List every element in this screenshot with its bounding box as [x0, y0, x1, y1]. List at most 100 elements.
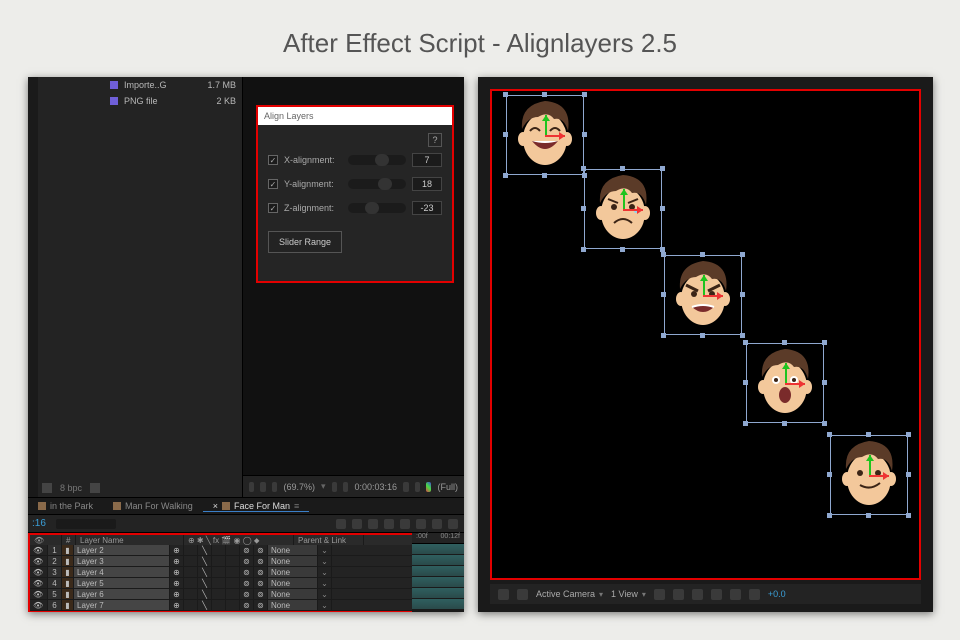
transform-gizmo[interactable]	[623, 209, 624, 210]
handle[interactable]	[503, 92, 508, 97]
layer-name[interactable]: Layer 6	[74, 589, 170, 599]
handle[interactable]	[906, 472, 911, 477]
pickwhip-icon[interactable]: ⊚	[254, 589, 268, 599]
handle[interactable]	[740, 292, 745, 297]
pickwhip-icon[interactable]: ⊚	[254, 545, 268, 555]
switch[interactable]	[212, 578, 226, 588]
eye-toggle[interactable]: 👁	[30, 556, 48, 566]
slider-value[interactable]: 18	[412, 177, 442, 191]
handle[interactable]	[620, 247, 625, 252]
switch[interactable]	[226, 556, 240, 566]
slider-value[interactable]: -23	[412, 201, 442, 215]
pickwhip-icon[interactable]: ⊚	[254, 556, 268, 566]
face-layer[interactable]	[830, 435, 908, 515]
layer-name[interactable]: Layer 7	[74, 600, 170, 610]
switch[interactable]: ╲	[198, 600, 212, 610]
handle[interactable]	[822, 421, 827, 426]
vb-icon[interactable]	[730, 589, 741, 600]
tl-icon[interactable]	[384, 519, 394, 529]
switch[interactable]	[226, 567, 240, 577]
layer-bar[interactable]	[412, 555, 464, 566]
grid-icon[interactable]	[249, 482, 254, 492]
search-input[interactable]	[56, 519, 116, 529]
switch[interactable]	[184, 578, 198, 588]
switch[interactable]	[184, 600, 198, 610]
switch[interactable]	[184, 545, 198, 555]
slider-knob[interactable]	[365, 202, 379, 214]
switch[interactable]: ⊕	[170, 556, 184, 566]
slider-track[interactable]	[348, 179, 406, 189]
x-axis-icon[interactable]	[869, 475, 889, 477]
vb-icon[interactable]	[654, 589, 665, 600]
chevron-down-icon[interactable]: ⌄	[318, 567, 332, 577]
switch[interactable]	[226, 545, 240, 555]
timeline-tab[interactable]: × Face For Man ≡	[203, 501, 310, 512]
handle[interactable]	[822, 340, 827, 345]
parent-dropdown[interactable]: None	[268, 545, 318, 555]
transform-gizmo[interactable]	[869, 475, 870, 476]
view-icon[interactable]	[498, 589, 509, 600]
timeline-tab[interactable]: in the Park	[28, 501, 103, 511]
layer-name[interactable]: Layer 4	[74, 567, 170, 577]
transform-gizmo[interactable]	[785, 383, 786, 384]
layer-name[interactable]: Layer 3	[74, 556, 170, 566]
mask-icon[interactable]	[260, 482, 265, 492]
zoom-value[interactable]: (69.7%)	[283, 482, 315, 492]
switch[interactable]: ⊚	[240, 556, 254, 566]
handle[interactable]	[743, 380, 748, 385]
eye-toggle[interactable]: 👁	[30, 589, 48, 599]
y-axis-icon[interactable]	[703, 275, 705, 295]
switch[interactable]	[226, 600, 240, 610]
trash-icon[interactable]	[90, 483, 100, 493]
tl-icon[interactable]	[448, 519, 458, 529]
parent-dropdown[interactable]: None	[268, 567, 318, 577]
eye-toggle[interactable]: 👁	[30, 545, 48, 555]
y-axis-icon[interactable]	[623, 189, 625, 209]
layer-bar[interactable]	[412, 544, 464, 555]
handle[interactable]	[503, 173, 508, 178]
layer-name[interactable]: Layer 5	[74, 578, 170, 588]
slider-knob[interactable]	[378, 178, 392, 190]
switch[interactable]: ⊚	[240, 545, 254, 555]
exposure-value[interactable]: +0.0	[768, 589, 786, 599]
switch[interactable]: ⊚	[240, 567, 254, 577]
vb-icon[interactable]	[673, 589, 684, 600]
pickwhip-icon[interactable]: ⊚	[254, 600, 268, 610]
chevron-down-icon[interactable]: ⌄	[318, 545, 332, 555]
switch[interactable]: ⊚	[240, 589, 254, 599]
layer-bar[interactable]	[412, 599, 464, 610]
layer-row[interactable]: 👁5▮Layer 6⊕╲⊚⊚None⌄	[30, 589, 464, 600]
slider-value[interactable]: 7	[412, 153, 442, 167]
handle[interactable]	[661, 333, 666, 338]
channel-icon[interactable]	[343, 482, 348, 492]
face-layer[interactable]	[506, 95, 584, 175]
x-axis-icon[interactable]	[785, 383, 805, 385]
handle[interactable]	[827, 472, 832, 477]
chevron-down-icon[interactable]: ⌄	[318, 578, 332, 588]
layer-row[interactable]: 👁1▮Layer 2⊕╲⊚⊚None⌄	[30, 545, 464, 556]
views-dropdown[interactable]: 1 View▾	[611, 589, 646, 599]
switch[interactable]: ╲	[198, 545, 212, 555]
color-icon[interactable]	[426, 482, 431, 492]
handle[interactable]	[581, 206, 586, 211]
timecode-value[interactable]: 0:00:03:16	[354, 482, 397, 492]
handle[interactable]	[740, 252, 745, 257]
chevron-down-icon[interactable]: ⌄	[318, 600, 332, 610]
handle[interactable]	[906, 513, 911, 518]
transform-gizmo[interactable]	[703, 295, 704, 296]
face-layer[interactable]	[584, 169, 662, 249]
switch[interactable]: ⊚	[240, 578, 254, 588]
checkbox[interactable]: ✓	[268, 203, 278, 213]
res-icon[interactable]	[332, 482, 337, 492]
snapshot-icon[interactable]	[403, 482, 408, 492]
switch[interactable]: ⊕	[170, 545, 184, 555]
handle[interactable]	[782, 421, 787, 426]
parent-dropdown[interactable]: None	[268, 589, 318, 599]
switch[interactable]: ╲	[198, 578, 212, 588]
parent-dropdown[interactable]: None	[268, 556, 318, 566]
switch[interactable]: ╲	[198, 589, 212, 599]
vb-icon[interactable]	[711, 589, 722, 600]
handle[interactable]	[906, 432, 911, 437]
x-axis-icon[interactable]	[545, 135, 565, 137]
project-item[interactable]: PNG file2 KB	[38, 93, 242, 109]
